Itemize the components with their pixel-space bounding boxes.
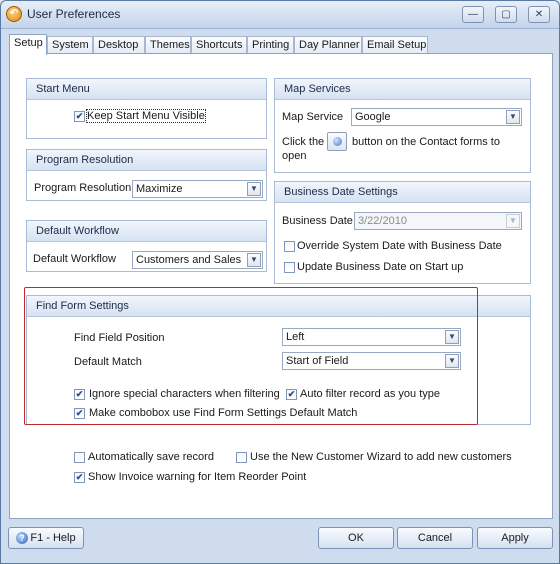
map-hint-text-before: Click the xyxy=(282,136,325,148)
update-business-date-label[interactable]: Update Business Date on Start up xyxy=(297,261,463,273)
default-workflow-value: Customers and Sales xyxy=(136,254,242,266)
map-hint-text-after: button on the Contact forms to xyxy=(352,136,500,148)
program-resolution-label: Program Resolution xyxy=(34,182,132,194)
help-icon: ? xyxy=(16,532,28,544)
default-workflow-label: Default Workflow xyxy=(33,253,116,265)
default-workflow-group: Default Workflow Default Workflow Custom… xyxy=(26,220,267,272)
chevron-down-icon[interactable]: ▼ xyxy=(247,253,261,267)
back-arrow-icon[interactable]: ↶ xyxy=(6,6,22,22)
chevron-down-icon[interactable]: ▼ xyxy=(247,182,261,196)
map-service-select[interactable]: Google ▼ xyxy=(351,108,522,126)
business-date-group: Business Date Settings Business Date 3/2… xyxy=(274,181,531,284)
tab-printing[interactable]: Printing xyxy=(247,36,294,54)
tab-email-setup[interactable]: Email Setup xyxy=(362,36,428,54)
tab-setup[interactable]: Setup xyxy=(9,34,47,55)
tab-desktop[interactable]: Desktop xyxy=(93,36,145,54)
business-date-value: 3/22/2010 xyxy=(358,215,407,227)
automatically-save-record-label[interactable]: Automatically save record xyxy=(88,451,214,463)
default-workflow-group-title: Default Workflow xyxy=(27,221,266,242)
invoice-reorder-warning-checkbox[interactable] xyxy=(74,472,85,483)
keep-start-menu-visible-checkbox[interactable] xyxy=(74,111,85,122)
ok-button[interactable]: OK xyxy=(318,527,394,549)
apply-button[interactable]: Apply xyxy=(477,527,553,549)
tab-system[interactable]: System xyxy=(47,36,93,54)
program-resolution-group-title: Program Resolution xyxy=(27,150,266,171)
cancel-button[interactable]: Cancel xyxy=(397,527,473,549)
close-button[interactable]: ✕ xyxy=(528,6,550,23)
maximize-button[interactable]: ▢ xyxy=(495,6,517,23)
start-menu-group-title: Start Menu xyxy=(27,79,266,100)
override-system-date-label[interactable]: Override System Date with Business Date xyxy=(297,240,502,252)
keep-start-menu-visible-label[interactable]: Keep Start Menu Visible xyxy=(86,109,206,123)
find-form-highlight-frame xyxy=(24,287,478,425)
window-title: User Preferences xyxy=(27,7,121,21)
user-preferences-window: ↶ User Preferences — ▢ ✕ Setup System De… xyxy=(0,0,560,564)
globe-icon xyxy=(327,132,347,151)
default-workflow-select[interactable]: Customers and Sales ▼ xyxy=(132,251,263,269)
map-service-value: Google xyxy=(355,111,391,123)
map-services-group: Map Services Map Service Google ▼ Click … xyxy=(274,78,531,173)
setup-tab-page: Start Menu Keep Start Menu Visible Progr… xyxy=(9,53,553,519)
new-customer-wizard-checkbox[interactable] xyxy=(236,452,247,463)
program-resolution-value: Maximize xyxy=(136,183,183,195)
tab-themes[interactable]: Themes xyxy=(145,36,191,54)
map-service-label: Map Service xyxy=(282,111,344,123)
business-date-label: Business Date xyxy=(282,215,353,227)
start-menu-group: Start Menu Keep Start Menu Visible xyxy=(26,78,267,139)
map-services-group-title: Map Services xyxy=(275,79,530,100)
tab-day-planner[interactable]: Day Planner xyxy=(294,36,362,54)
map-hint-text-end: open xyxy=(282,150,307,162)
title-bar: ↶ User Preferences — ▢ ✕ xyxy=(1,1,559,29)
program-resolution-group: Program Resolution Program Resolution Ma… xyxy=(26,149,267,201)
help-button[interactable]: ? F1 - Help xyxy=(8,527,84,549)
chevron-down-icon[interactable]: ▼ xyxy=(506,110,520,124)
invoice-reorder-warning-label[interactable]: Show Invoice warning for Item Reorder Po… xyxy=(88,471,306,483)
tab-shortcuts[interactable]: Shortcuts xyxy=(191,36,247,54)
override-system-date-checkbox[interactable] xyxy=(284,241,295,252)
minimize-button[interactable]: — xyxy=(462,6,484,23)
program-resolution-select[interactable]: Maximize ▼ xyxy=(132,180,263,198)
business-date-group-title: Business Date Settings xyxy=(275,182,530,203)
new-customer-wizard-label[interactable]: Use the New Customer Wizard to add new c… xyxy=(250,451,512,463)
automatically-save-record-checkbox[interactable] xyxy=(74,452,85,463)
chevron-down-icon[interactable]: ▼ xyxy=(506,214,520,228)
update-business-date-checkbox[interactable] xyxy=(284,262,295,273)
dialog-button-bar: ? F1 - Help OK Cancel Apply xyxy=(1,523,559,563)
business-date-picker[interactable]: 3/22/2010 ▼ xyxy=(354,212,522,230)
